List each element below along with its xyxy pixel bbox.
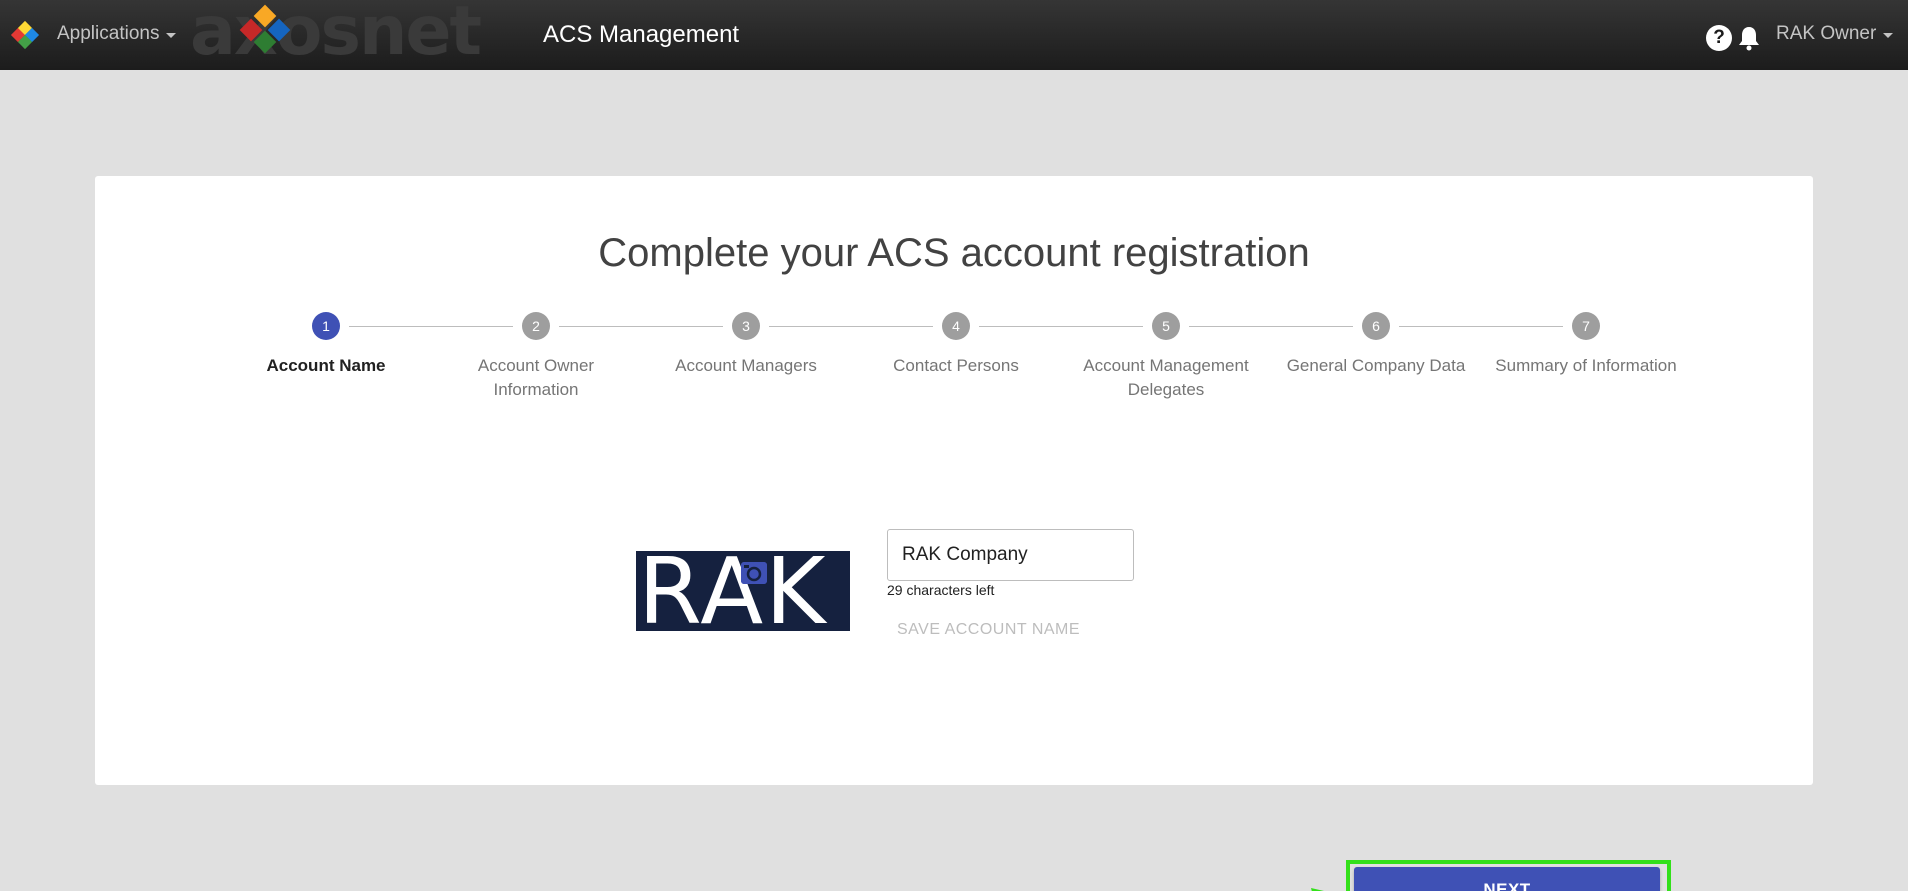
registration-title: Complete your ACS account registration bbox=[598, 231, 1310, 275]
brand-watermark: axosnet bbox=[190, 0, 482, 66]
step-label: Contact Persons bbox=[893, 356, 1019, 375]
characters-left-counter: 29 characters left bbox=[887, 582, 995, 598]
step-account-managers[interactable]: 3 Account Managers bbox=[641, 312, 851, 378]
account-logo-text: RAK bbox=[638, 551, 828, 631]
registration-card: Complete your ACS account registration 1… bbox=[95, 176, 1813, 891]
caret-down-icon bbox=[166, 32, 177, 38]
step-number: 7 bbox=[1572, 312, 1600, 340]
save-account-name-button[interactable]: SAVE ACCOUNT NAME bbox=[887, 613, 1090, 647]
top-navigation-bar: Applications axosnet ACS Management ? RA… bbox=[0, 0, 1908, 70]
step-general-company-data[interactable]: 6 General Company Data bbox=[1271, 312, 1481, 378]
notifications-bell-icon[interactable] bbox=[1737, 25, 1761, 51]
user-name-label: RAK Owner bbox=[1776, 23, 1877, 44]
applications-menu[interactable]: Applications bbox=[57, 23, 177, 45]
app-logo-icon[interactable] bbox=[10, 20, 40, 50]
brand-logo-icon bbox=[239, 4, 291, 54]
page-title: ACS Management bbox=[543, 21, 740, 48]
step-label: Summary of Information bbox=[1495, 356, 1677, 375]
step-number: 6 bbox=[1362, 312, 1390, 340]
step-number: 3 bbox=[732, 312, 760, 340]
step-label: Account Managers bbox=[675, 356, 817, 375]
step-account-owner-information[interactable]: 2 Account Owner Information bbox=[431, 312, 641, 402]
step-label: Account Owner Information bbox=[477, 356, 595, 399]
applications-label: Applications bbox=[57, 23, 160, 44]
step-number: 5 bbox=[1152, 312, 1180, 340]
caret-down-icon bbox=[1883, 32, 1894, 38]
step-label: Account Management Delegates bbox=[1083, 356, 1249, 399]
camera-icon[interactable] bbox=[741, 562, 767, 584]
step-label: General Company Data bbox=[1286, 356, 1466, 375]
step-account-management-delegates[interactable]: 5 Account Management Delegates bbox=[1061, 312, 1271, 402]
step-number: 1 bbox=[312, 312, 340, 340]
pointer-arrow-icon bbox=[1311, 888, 1324, 891]
step-number: 4 bbox=[942, 312, 970, 340]
account-name-input[interactable] bbox=[887, 529, 1134, 581]
help-icon[interactable]: ? bbox=[1706, 25, 1732, 51]
next-button[interactable]: NEXT bbox=[1354, 867, 1660, 891]
step-label: Account Name bbox=[266, 356, 386, 375]
step-number: 2 bbox=[522, 312, 550, 340]
step-contact-persons[interactable]: 4 Contact Persons bbox=[851, 312, 1061, 378]
user-menu[interactable]: RAK Owner bbox=[1776, 23, 1894, 45]
step-summary-of-information[interactable]: 7 Summary of Information bbox=[1481, 312, 1691, 378]
step-account-name[interactable]: 1 Account Name bbox=[221, 312, 431, 378]
brand-text: axosnet bbox=[190, 0, 482, 71]
